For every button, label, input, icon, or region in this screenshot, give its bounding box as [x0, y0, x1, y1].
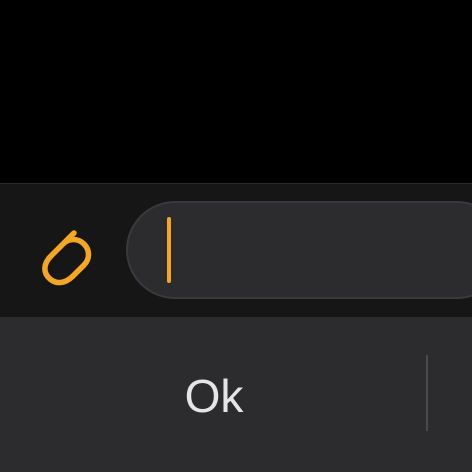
ok-button[interactable]: Ok	[0, 317, 428, 472]
ok-button-label: Ok	[184, 369, 244, 422]
dialog-button-row: Ok	[0, 317, 472, 472]
message-composer	[0, 183, 472, 317]
paperclip-icon	[42, 230, 92, 286]
button-divider	[426, 355, 428, 431]
message-input[interactable]	[126, 201, 472, 299]
app-screen: Ok	[0, 0, 472, 472]
conversation-area	[0, 0, 472, 183]
text-cursor	[167, 217, 171, 283]
attach-button[interactable]	[26, 216, 98, 288]
